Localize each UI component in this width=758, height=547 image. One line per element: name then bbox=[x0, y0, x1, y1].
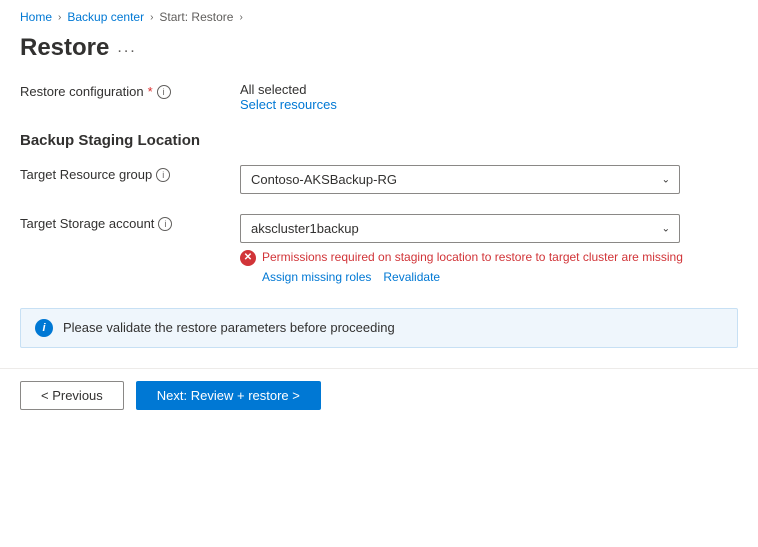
restore-config-row: Restore configuration * i All selected S… bbox=[20, 82, 738, 112]
target-rg-label-text: Target Resource group bbox=[20, 167, 152, 182]
info-banner-icon: i bbox=[35, 319, 53, 337]
next-button[interactable]: Next: Review + restore > bbox=[136, 381, 321, 410]
breadcrumb: Home › Backup center › Start: Restore › bbox=[0, 0, 758, 30]
footer: < Previous Next: Review + restore > bbox=[0, 368, 758, 422]
breadcrumb-home[interactable]: Home bbox=[20, 10, 52, 24]
breadcrumb-sep-2: › bbox=[150, 12, 153, 23]
target-storage-row: Target Storage account i akscluster1back… bbox=[20, 214, 738, 284]
content-area: Restore configuration * i All selected S… bbox=[0, 82, 758, 348]
backup-staging-section: Backup Staging Location Target Resource … bbox=[20, 132, 738, 284]
breadcrumb-sep-3: › bbox=[239, 12, 242, 23]
restore-config-info-icon[interactable]: i bbox=[157, 85, 171, 99]
error-text-block: Permissions required on staging location… bbox=[262, 249, 738, 284]
previous-button[interactable]: < Previous bbox=[20, 381, 124, 410]
breadcrumb-current: Start: Restore bbox=[159, 10, 233, 24]
target-rg-value-container: Contoso-AKSBackup-RG ⌄ bbox=[240, 165, 738, 194]
error-message: Permissions required on staging location… bbox=[262, 249, 738, 266]
restore-config-label-text: Restore configuration bbox=[20, 84, 144, 99]
breadcrumb-backup-center[interactable]: Backup center bbox=[67, 10, 144, 24]
target-storage-value-container: akscluster1backup ⌄ ✕ Permissions requir… bbox=[240, 214, 738, 284]
select-resources-link[interactable]: Select resources bbox=[240, 97, 738, 112]
revalidate-link[interactable]: Revalidate bbox=[383, 270, 440, 284]
required-indicator: * bbox=[148, 84, 153, 99]
target-storage-info-icon[interactable]: i bbox=[158, 217, 172, 231]
error-block: ✕ Permissions required on staging locati… bbox=[240, 249, 738, 284]
assign-missing-roles-link[interactable]: Assign missing roles bbox=[262, 270, 371, 284]
more-options-icon[interactable]: ... bbox=[117, 39, 136, 57]
all-selected-text: All selected bbox=[240, 82, 738, 97]
target-storage-dropdown[interactable]: akscluster1backup bbox=[240, 214, 680, 243]
error-x-symbol: ✕ bbox=[244, 253, 252, 263]
error-actions: Assign missing roles Revalidate bbox=[262, 270, 738, 284]
error-icon: ✕ bbox=[240, 250, 256, 266]
target-rg-info-icon[interactable]: i bbox=[156, 168, 170, 182]
target-storage-label: Target Storage account i bbox=[20, 214, 240, 231]
target-storage-label-text: Target Storage account bbox=[20, 216, 154, 231]
restore-config-label: Restore configuration * i bbox=[20, 82, 240, 99]
target-storage-dropdown-container: akscluster1backup ⌄ bbox=[240, 214, 680, 243]
target-rg-dropdown[interactable]: Contoso-AKSBackup-RG bbox=[240, 165, 680, 194]
info-banner-text: Please validate the restore parameters b… bbox=[63, 320, 395, 335]
target-rg-row: Target Resource group i Contoso-AKSBacku… bbox=[20, 165, 738, 194]
info-banner: i Please validate the restore parameters… bbox=[20, 308, 738, 348]
target-rg-label: Target Resource group i bbox=[20, 165, 240, 182]
page-title: Restore bbox=[20, 34, 109, 62]
breadcrumb-sep-1: › bbox=[58, 12, 61, 23]
backup-staging-title: Backup Staging Location bbox=[20, 132, 738, 149]
restore-config-value: All selected Select resources bbox=[240, 82, 738, 112]
info-i-symbol: i bbox=[42, 322, 45, 334]
target-rg-dropdown-container: Contoso-AKSBackup-RG ⌄ bbox=[240, 165, 680, 194]
page-title-row: Restore ... bbox=[0, 30, 758, 82]
